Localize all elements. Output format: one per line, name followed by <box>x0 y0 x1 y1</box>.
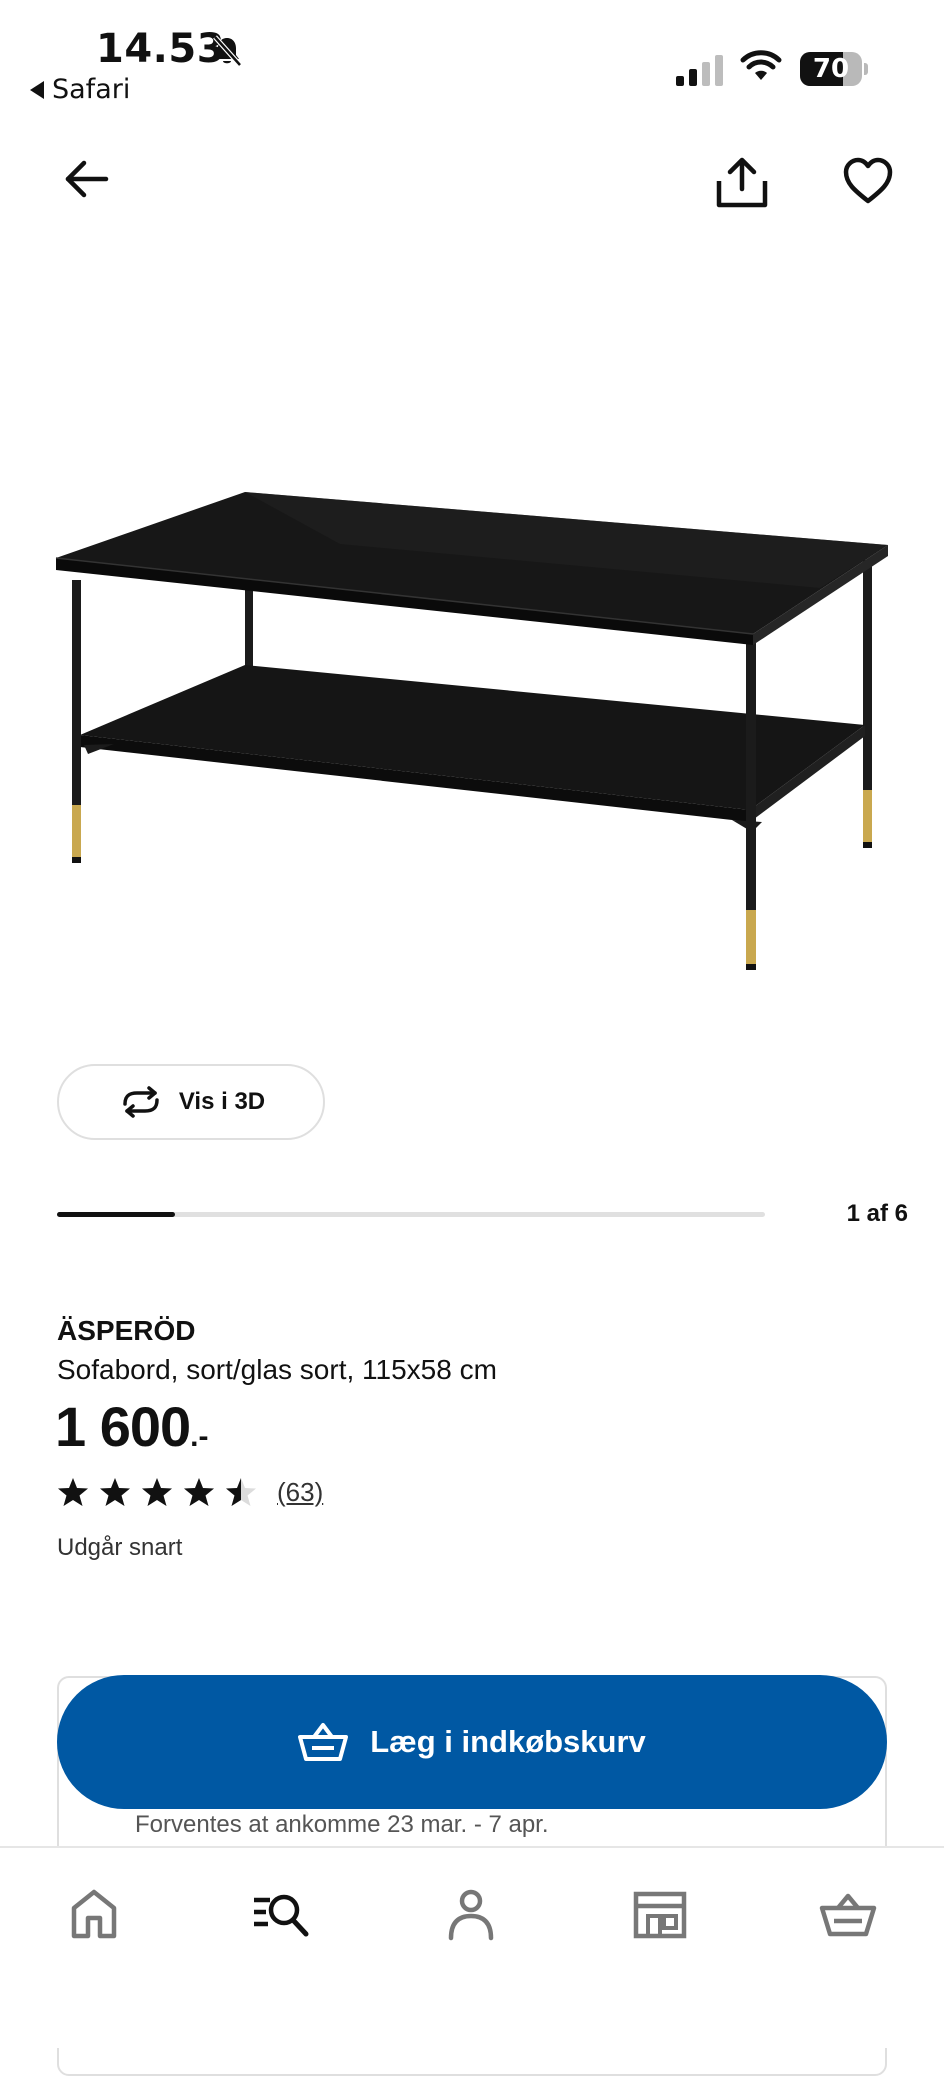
tab-store[interactable] <box>630 1884 690 1944</box>
review-count-link[interactable]: (63) <box>277 1477 323 1508</box>
store-icon <box>633 1891 687 1939</box>
status-time: 14.53 <box>96 26 226 72</box>
share-icon <box>716 157 768 208</box>
bell-muted-icon <box>213 35 242 67</box>
basket-icon <box>298 1723 349 1761</box>
star-icon <box>184 1478 214 1506</box>
star-icon <box>226 1478 256 1506</box>
gallery-position: 1 af 6 <box>846 1200 908 1227</box>
arrow-left-icon <box>65 160 109 198</box>
battery-tip <box>864 63 868 75</box>
cart-icon <box>819 1893 877 1937</box>
star-icon <box>142 1478 172 1506</box>
home-icon <box>71 1889 117 1939</box>
product-image[interactable] <box>40 470 900 970</box>
tab-cart[interactable] <box>818 1884 878 1944</box>
product-description: Sofabord, sort/glas sort, 115x58 cm <box>57 1354 497 1385</box>
back-to-safari-link[interactable]: Safari <box>30 74 130 105</box>
gallery-progress-bar <box>57 1212 765 1217</box>
tab-search[interactable] <box>252 1884 312 1944</box>
bottom-tab-bar <box>0 1846 944 2048</box>
back-triangle-icon <box>30 80 44 99</box>
tab-home[interactable] <box>64 1884 124 1944</box>
add-to-cart-button[interactable]: Læg i indkøbskurv <box>57 1675 887 1809</box>
profile-icon <box>448 1889 494 1941</box>
back-button[interactable] <box>62 155 110 203</box>
view-in-3d-button[interactable]: Vis i 3D <box>57 1064 325 1140</box>
cellular-signal-icon <box>676 55 723 86</box>
price-value: 1 600 <box>55 1395 191 1458</box>
search-list-icon <box>254 1894 309 1937</box>
product-rating[interactable]: (63) <box>57 1476 323 1508</box>
wifi-icon <box>740 50 782 80</box>
brass-foot <box>863 790 872 842</box>
product-name: ÄSPERÖD <box>57 1315 196 1346</box>
rotate-3d-icon <box>123 1086 159 1118</box>
favorite-button[interactable] <box>842 155 894 207</box>
heart-icon <box>843 157 893 204</box>
star-icon <box>58 1478 88 1506</box>
availability-status: Udgår snart <box>57 1534 183 1561</box>
rating-stars <box>57 1476 257 1508</box>
view-in-3d-label: Vis i 3D <box>178 1088 266 1115</box>
product-price: 1 600.- <box>55 1394 208 1459</box>
share-button[interactable] <box>714 155 770 211</box>
gallery-progress-fill <box>57 1212 176 1217</box>
tab-profile[interactable] <box>441 1884 501 1944</box>
delivery-estimate: Forventes at ankomme 23 mar. - 7 apr. <box>135 1811 549 1838</box>
add-to-cart-label: Læg i indkøbskurv <box>370 1724 646 1759</box>
price-suffix: .- <box>190 1420 209 1453</box>
back-app-label: Safari <box>52 74 131 105</box>
battery-percent: 70 <box>812 54 850 84</box>
battery-indicator: 70 <box>800 52 862 86</box>
star-icon <box>100 1478 130 1506</box>
